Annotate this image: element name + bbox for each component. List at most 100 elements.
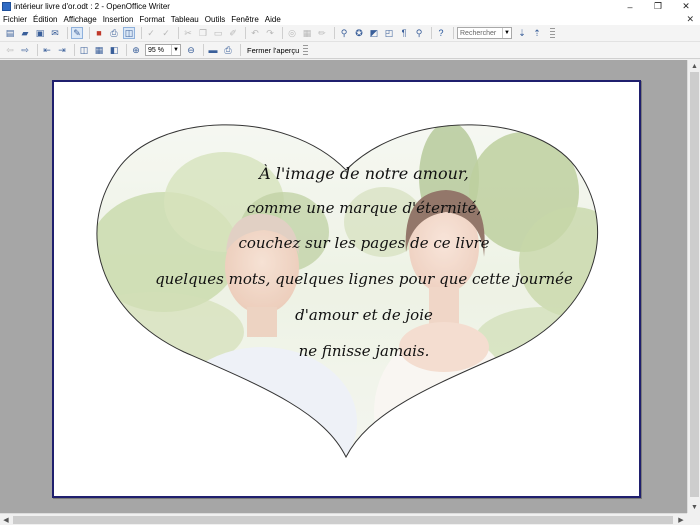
table-icon[interactable]: ▦ — [301, 27, 313, 39]
menu-edition[interactable]: Édition — [33, 15, 57, 24]
toolbar-separator — [431, 27, 432, 39]
spellcheck-icon[interactable]: ✓ — [145, 27, 157, 39]
scroll-left-icon[interactable]: ◀ — [0, 514, 12, 525]
new-icon[interactable]: ▤ — [4, 27, 16, 39]
hyperlink-icon[interactable]: ◎ — [286, 27, 298, 39]
title-bar: intérieur livre d'or.odt : 2 - OpenOffic… — [0, 0, 700, 13]
horizontal-scrollbar[interactable]: ◀ ▶ — [0, 513, 687, 525]
copy-icon[interactable]: ❐ — [197, 27, 209, 39]
toolbar-separator — [334, 27, 335, 39]
minimize-button[interactable]: – — [616, 0, 644, 13]
draw-icon[interactable]: ✏ — [316, 27, 328, 39]
maximize-button[interactable]: ❐ — [644, 0, 672, 13]
save-icon[interactable]: ▣ — [34, 27, 46, 39]
toolbar-grip[interactable] — [550, 27, 555, 39]
scrollbar-corner — [687, 513, 700, 525]
export-pdf-icon[interactable]: ■ — [93, 27, 105, 39]
menu-insertion[interactable]: Insertion — [103, 15, 134, 24]
toolbar-separator — [203, 44, 204, 56]
toolbar-separator — [245, 27, 246, 39]
window-controls: – ❐ ✕ — [616, 0, 700, 13]
print-icon[interactable]: ⎙ — [108, 27, 120, 39]
menu-outils[interactable]: Outils — [205, 15, 225, 24]
find-replace-icon[interactable]: ⚲ — [338, 27, 350, 39]
clone-icon[interactable]: ✐ — [227, 27, 239, 39]
close-preview-button[interactable]: Fermer l'aperçu — [247, 46, 299, 55]
page-preview-icon[interactable]: ◫ — [123, 27, 135, 39]
toolbar-separator — [141, 27, 142, 39]
full-screen-icon[interactable]: ▬ — [207, 44, 219, 56]
menu-tableau[interactable]: Tableau — [171, 15, 199, 24]
menu-fichier[interactable]: Fichier — [3, 15, 27, 24]
menu-aide[interactable]: Aide — [265, 15, 281, 24]
poem-line: couchez sur les pages de ce livre — [238, 234, 490, 252]
cut-icon[interactable]: ✂ — [182, 27, 194, 39]
find-next-icon[interactable]: ⇣ — [516, 27, 528, 39]
poem-line: quelques mots, quelques lignes pour que … — [155, 270, 573, 288]
help-icon[interactable]: ? — [435, 27, 447, 39]
toolbar-separator — [240, 44, 241, 56]
chevron-down-icon[interactable]: ▼ — [171, 45, 180, 55]
paste-icon[interactable]: ▭ — [212, 27, 224, 39]
page-preview-toolbar: ⇦ ⇨ ⇤ ⇥ ◫ ▦ ◧ ⊕ 95 % ▼ ⊖ ▬ ⎙ Fermer l'ap… — [0, 42, 700, 59]
openoffice-writer-icon — [2, 2, 11, 11]
edit-file-icon[interactable]: ✎ — [71, 27, 83, 39]
heart-photo — [96, 124, 599, 459]
scroll-down-icon[interactable]: ▼ — [688, 501, 700, 513]
document-page[interactable]: À l'image de notre amour, comme une marq… — [52, 80, 641, 498]
zoom-in-icon[interactable]: ⊕ — [130, 44, 142, 56]
document-workspace: À l'image de notre amour, comme une marq… — [0, 60, 687, 513]
find-prev-icon[interactable]: ⇡ — [531, 27, 543, 39]
first-page-icon[interactable]: ⇤ — [41, 44, 53, 56]
multiple-pages-icon[interactable]: ▦ — [93, 44, 105, 56]
previous-page-icon[interactable]: ⇦ — [4, 44, 16, 56]
vertical-scrollbar[interactable]: ▲ ▼ — [687, 60, 700, 513]
redo-icon[interactable]: ↷ — [264, 27, 276, 39]
toolbar-grip[interactable] — [303, 44, 309, 56]
toolbar-separator — [67, 27, 68, 39]
nonprinting-icon[interactable]: ¶ — [398, 27, 410, 39]
print-preview-icon[interactable]: ⎙ — [222, 44, 234, 56]
datasource-icon[interactable]: ◰ — [383, 27, 395, 39]
toolbar-separator — [37, 44, 38, 56]
toolbar-separator — [178, 27, 179, 39]
undo-icon[interactable]: ↶ — [249, 27, 261, 39]
standard-toolbar: ▤ ▰ ▣ ✉ ✎ ■ ⎙ ◫ ✓ ✓ ✂ ❐ ▭ ✐ ↶ ↷ ◎ ▦ ✏ ⚲ … — [0, 25, 700, 42]
book-preview-icon[interactable]: ◧ — [108, 44, 120, 56]
menu-bar: Fichier Édition Affichage Insertion Form… — [0, 13, 700, 25]
search-placeholder: Rechercher — [460, 29, 497, 37]
poem-line: À l'image de notre amour, — [259, 164, 469, 183]
vertical-scroll-thumb[interactable] — [690, 72, 699, 497]
toolbar-separator — [74, 44, 75, 56]
navigator-icon[interactable]: ✪ — [353, 27, 365, 39]
zoom-out-icon[interactable]: ⊖ — [185, 44, 197, 56]
toolbar-separator — [453, 27, 454, 39]
close-button[interactable]: ✕ — [672, 0, 700, 13]
poem-line: d'amour et de joie — [295, 306, 433, 324]
menu-fenetre[interactable]: Fenêtre — [231, 15, 259, 24]
chevron-down-icon[interactable]: ▼ — [502, 28, 511, 38]
toolbar-separator — [282, 27, 283, 39]
poem-line: ne finisse jamais. — [298, 342, 430, 360]
close-document-button[interactable]: ✕ — [686, 14, 694, 25]
menu-format[interactable]: Format — [139, 15, 164, 24]
zoom-select[interactable]: 95 % ▼ — [145, 44, 181, 56]
email-icon[interactable]: ✉ — [49, 27, 61, 39]
horizontal-scroll-thumb[interactable] — [13, 516, 673, 524]
scroll-up-icon[interactable]: ▲ — [688, 60, 700, 72]
scroll-right-icon[interactable]: ▶ — [675, 514, 687, 525]
toolbar-separator — [126, 44, 127, 56]
window-title: intérieur livre d'or.odt : 2 - OpenOffic… — [14, 2, 170, 11]
search-input[interactable]: Rechercher ▼ — [457, 27, 512, 39]
two-pages-icon[interactable]: ◫ — [78, 44, 90, 56]
photo-couple — [96, 124, 598, 458]
autospell-icon[interactable]: ✓ — [160, 27, 172, 39]
gallery-icon[interactable]: ◩ — [368, 27, 380, 39]
open-icon[interactable]: ▰ — [19, 27, 31, 39]
zoom-icon[interactable]: ⚲ — [413, 27, 425, 39]
menu-affichage[interactable]: Affichage — [63, 15, 96, 24]
zoom-value: 95 % — [148, 46, 164, 54]
toolbar-separator — [89, 27, 90, 39]
next-page-icon[interactable]: ⇨ — [19, 44, 31, 56]
last-page-icon[interactable]: ⇥ — [56, 44, 68, 56]
